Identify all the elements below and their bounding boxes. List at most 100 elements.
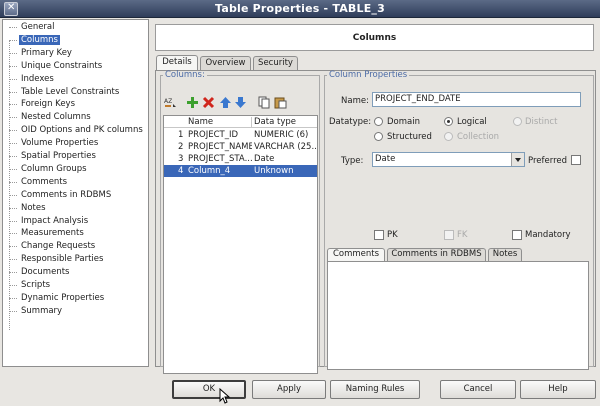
chevron-down-icon[interactable] <box>511 153 524 166</box>
nav-item-spatial-properties[interactable]: Spatial Properties <box>9 150 98 162</box>
nav-item-dynamic-properties[interactable]: Dynamic Properties <box>9 292 106 304</box>
row-number: 2 <box>178 142 184 152</box>
section-title: Columns <box>352 33 397 43</box>
help-button[interactable]: Help <box>520 380 596 399</box>
column-name: Column_4 <box>188 166 231 176</box>
preferred-checkbox[interactable] <box>571 155 581 165</box>
table-row[interactable]: 1 PROJECT_ID NUMERIC (6) <box>164 129 317 141</box>
nav-item-indexes[interactable]: Indexes <box>9 73 56 85</box>
nav-item-label: General <box>21 22 55 32</box>
move-down-icon[interactable] <box>234 96 247 109</box>
radio-logical[interactable] <box>444 117 453 126</box>
column-type: Unknown <box>254 166 294 176</box>
nav-item-volume-properties[interactable]: Volume Properties <box>9 137 100 149</box>
nav-item-label: Columns <box>19 34 60 45</box>
row-number: 3 <box>178 154 184 164</box>
radio-collection <box>444 132 453 141</box>
ok-button[interactable]: OK <box>172 380 246 399</box>
nav-item-responsible-parties[interactable]: Responsible Parties <box>9 253 105 265</box>
nav-item-columns[interactable]: Columns <box>9 34 60 46</box>
nav-item-label: Scripts <box>21 280 51 290</box>
nav-item-documents[interactable]: Documents <box>9 266 71 278</box>
tab-comments-in-rdbms[interactable]: Comments in RDBMS <box>387 248 486 261</box>
cancel-button[interactable]: Cancel <box>440 380 516 399</box>
move-up-icon[interactable] <box>219 96 232 109</box>
nav-item-oid-options-and-pk-columns[interactable]: OID Options and PK columns <box>9 124 145 136</box>
radio-collection-label: Collection <box>457 132 500 142</box>
nav-item-label: Spatial Properties <box>21 151 96 161</box>
tab-security[interactable]: Security <box>253 56 298 70</box>
copy-icon[interactable] <box>258 96 271 109</box>
nav-item-nested-columns[interactable]: Nested Columns <box>9 111 93 123</box>
title-bar[interactable]: Table Properties - TABLE_3 <box>0 0 600 18</box>
comments-textarea[interactable] <box>327 261 589 370</box>
nav-item-label: Primary Key <box>21 47 72 58</box>
column-name: PROJECT_STA... <box>188 154 252 164</box>
nav-item-comments-in-rdbms[interactable]: Comments in RDBMS <box>9 189 113 201</box>
mandatory-checkbox[interactable] <box>512 230 522 240</box>
column-type: VARCHAR (25... <box>254 142 317 152</box>
radio-domain-label[interactable]: Domain <box>387 117 420 127</box>
nav-item-unique-constraints[interactable]: Unique Constraints <box>9 60 104 72</box>
columns-table[interactable]: Name Data type 1 PROJECT_ID NUMERIC (6) … <box>163 115 318 374</box>
tab-overview[interactable]: Overview <box>200 56 251 70</box>
svg-text:AZ: AZ <box>164 98 172 105</box>
nav-item-table-level-constraints[interactable]: Table Level Constraints <box>9 86 121 98</box>
table-row-selected[interactable]: 4 Column_4 Unknown <box>164 165 317 177</box>
nav-item-impact-analysis[interactable]: Impact Analysis <box>9 215 90 227</box>
radio-distinct <box>513 117 522 126</box>
naming-rules-button[interactable]: Naming Rules <box>330 380 420 399</box>
preferred-label: Preferred <box>528 156 568 166</box>
mandatory-label: Mandatory <box>525 230 571 240</box>
nav-item-primary-key[interactable]: Primary Key <box>9 47 74 59</box>
radio-domain[interactable] <box>374 117 383 126</box>
nav-item-measurements[interactable]: Measurements <box>9 227 86 239</box>
row-number: 4 <box>178 166 184 176</box>
tab-details[interactable]: Details <box>156 55 198 70</box>
paste-icon[interactable] <box>274 96 287 109</box>
type-select-value: Date <box>375 154 396 164</box>
property-navigation-tree[interactable]: General Columns Primary Key Unique Constrai… <box>2 19 149 367</box>
nav-item-change-requests[interactable]: Change Requests <box>9 240 97 252</box>
nav-item-label: Dynamic Properties <box>21 292 105 303</box>
nav-item-column-groups[interactable]: Column Groups <box>9 163 89 175</box>
tab-notes[interactable]: Notes <box>488 248 522 261</box>
header-separator <box>251 117 252 127</box>
column-type: Date <box>254 154 275 164</box>
apply-button[interactable]: Apply <box>252 380 326 399</box>
nav-item-label: Measurements <box>21 228 84 239</box>
nav-item-summary[interactable]: Summary <box>9 305 64 317</box>
table-row[interactable]: 3 PROJECT_STA... Date <box>164 153 317 165</box>
radio-logical-label[interactable]: Logical <box>457 117 487 127</box>
nav-item-label: Table Level Constraints <box>21 86 120 97</box>
name-label: Name: <box>341 96 369 106</box>
window-title: Table Properties - TABLE_3 <box>215 2 385 15</box>
header-name[interactable]: Name <box>188 116 213 128</box>
columns-table-header: Name Data type <box>164 116 317 128</box>
nav-item-label: OID Options and PK columns <box>21 125 143 136</box>
pk-checkbox[interactable] <box>374 230 384 240</box>
datatype-label: Datatype: <box>329 117 372 127</box>
header-data-type[interactable]: Data type <box>254 116 296 128</box>
radio-structured[interactable] <box>374 132 383 141</box>
table-row[interactable]: 2 PROJECT_NAME VARCHAR (25... <box>164 141 317 153</box>
name-field[interactable]: PROJECT_END_DATE <box>372 92 581 107</box>
details-tab-panel: Columns: AZ Name Data type 1 PROJECT_ID … <box>155 70 596 374</box>
fk-label: FK <box>457 230 468 240</box>
nav-item-scripts[interactable]: Scripts <box>9 279 52 291</box>
add-icon[interactable] <box>186 96 199 109</box>
nav-item-label: Column Groups <box>21 163 87 174</box>
sort-icon[interactable]: AZ <box>164 96 177 109</box>
nav-item-foreign-keys[interactable]: Foreign Keys <box>9 98 77 110</box>
nav-item-comments[interactable]: Comments <box>9 176 69 188</box>
tab-comments[interactable]: Comments <box>327 248 385 261</box>
nav-item-notes[interactable]: Notes <box>9 202 48 214</box>
column-properties-group: Column Properties Name: PROJECT_END_DATE… <box>324 70 594 370</box>
columns-group-legend: Columns: <box>165 70 205 80</box>
nav-item-label: Nested Columns <box>21 112 91 123</box>
delete-icon[interactable] <box>202 96 215 109</box>
nav-item-general[interactable]: General <box>9 21 57 33</box>
radio-structured-label[interactable]: Structured <box>387 132 432 142</box>
nav-item-label: Change Requests <box>21 241 96 252</box>
type-select[interactable]: Date <box>372 152 525 167</box>
